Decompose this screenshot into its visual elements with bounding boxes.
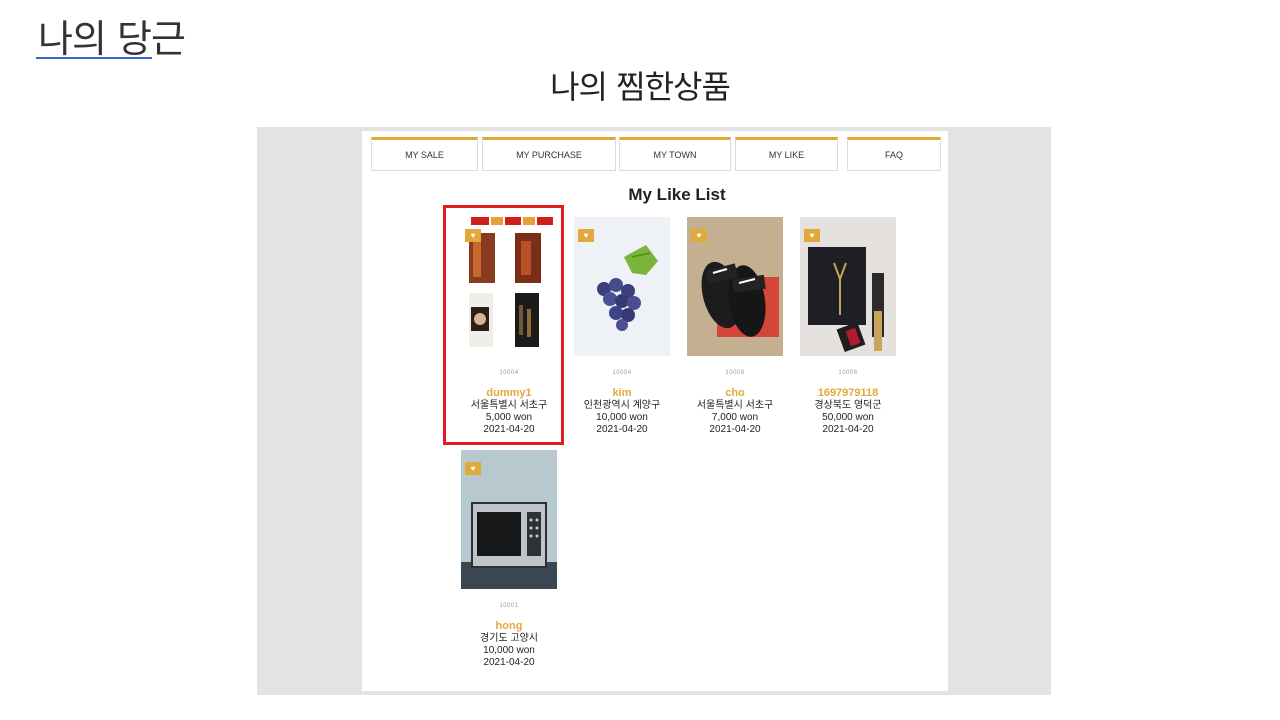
wallet-lipstick-image[interactable]: ♥ bbox=[800, 217, 896, 356]
title-underline bbox=[36, 57, 152, 59]
product-date: 2021-04-20 bbox=[483, 657, 535, 668]
seller-name[interactable]: hong bbox=[453, 620, 565, 633]
tab-my-sale[interactable]: MY SALE bbox=[371, 137, 478, 171]
product-location: 경기도 고양시 bbox=[480, 633, 538, 644]
product-location: 경상북도 영덕군 bbox=[814, 400, 882, 411]
seller-name[interactable]: 1697979118 bbox=[792, 387, 904, 400]
heart-icon[interactable]: ♥ bbox=[465, 462, 481, 475]
slide-subtitle: 나의 찜한상품 bbox=[550, 68, 731, 106]
product-price: 10,000 won bbox=[596, 412, 648, 423]
microwave-image[interactable]: ♥ bbox=[461, 450, 557, 589]
product-number: 10001 bbox=[499, 603, 519, 609]
heart-icon[interactable]: ♥ bbox=[578, 229, 594, 242]
heart-icon[interactable]: ♥ bbox=[804, 229, 820, 242]
product-number: 10004 bbox=[612, 370, 632, 376]
seller-name[interactable]: kim bbox=[566, 387, 678, 400]
product-price: 7,000 won bbox=[711, 412, 759, 423]
seller-name[interactable]: cho bbox=[679, 387, 791, 400]
product-price: 10,000 won bbox=[483, 645, 535, 656]
product-date: 2021-04-20 bbox=[822, 424, 874, 435]
slippers-image[interactable]: ♥ bbox=[687, 217, 783, 356]
screenshot-frame: MY SALE MY PURCHASE MY TOWN MY LIKE FAQ … bbox=[257, 127, 1051, 695]
slide-title: 나의 당근 bbox=[38, 17, 186, 61]
product-date: 2021-04-20 bbox=[709, 424, 761, 435]
product-location: 서울특별시 서초구 bbox=[696, 400, 774, 411]
product-price: 50,000 won bbox=[822, 412, 874, 423]
product-location: 인천광역시 계양구 bbox=[583, 400, 661, 411]
grapes-image[interactable]: ♥ bbox=[574, 217, 670, 356]
like-list-title: My Like List bbox=[628, 185, 726, 204]
product-card[interactable]: ♥ 10008 cho 서울특별시 서초구 7,000 won 2021-04-… bbox=[679, 217, 791, 436]
tab-faq[interactable]: FAQ bbox=[847, 137, 941, 171]
product-date: 2021-04-20 bbox=[596, 424, 648, 435]
heart-icon[interactable]: ♥ bbox=[691, 229, 707, 242]
highlight-box bbox=[443, 205, 564, 445]
product-number: 10006 bbox=[838, 370, 858, 376]
tab-my-purchase[interactable]: MY PURCHASE bbox=[482, 137, 616, 171]
product-card[interactable]: ♥ 10004 kim 인천광역시 계양구 10,000 won 2021-04… bbox=[566, 217, 678, 436]
tab-my-like[interactable]: MY LIKE bbox=[735, 137, 838, 171]
product-number: 10008 bbox=[725, 370, 745, 376]
tab-my-town[interactable]: MY TOWN bbox=[619, 137, 731, 171]
product-card[interactable]: ♥ 10006 1697979118 경상북도 영덕군 50,000 won 2… bbox=[792, 217, 904, 436]
product-card[interactable]: ♥ 10001 hong 경기도 고양시 10,000 won 2021-04-… bbox=[453, 450, 565, 669]
